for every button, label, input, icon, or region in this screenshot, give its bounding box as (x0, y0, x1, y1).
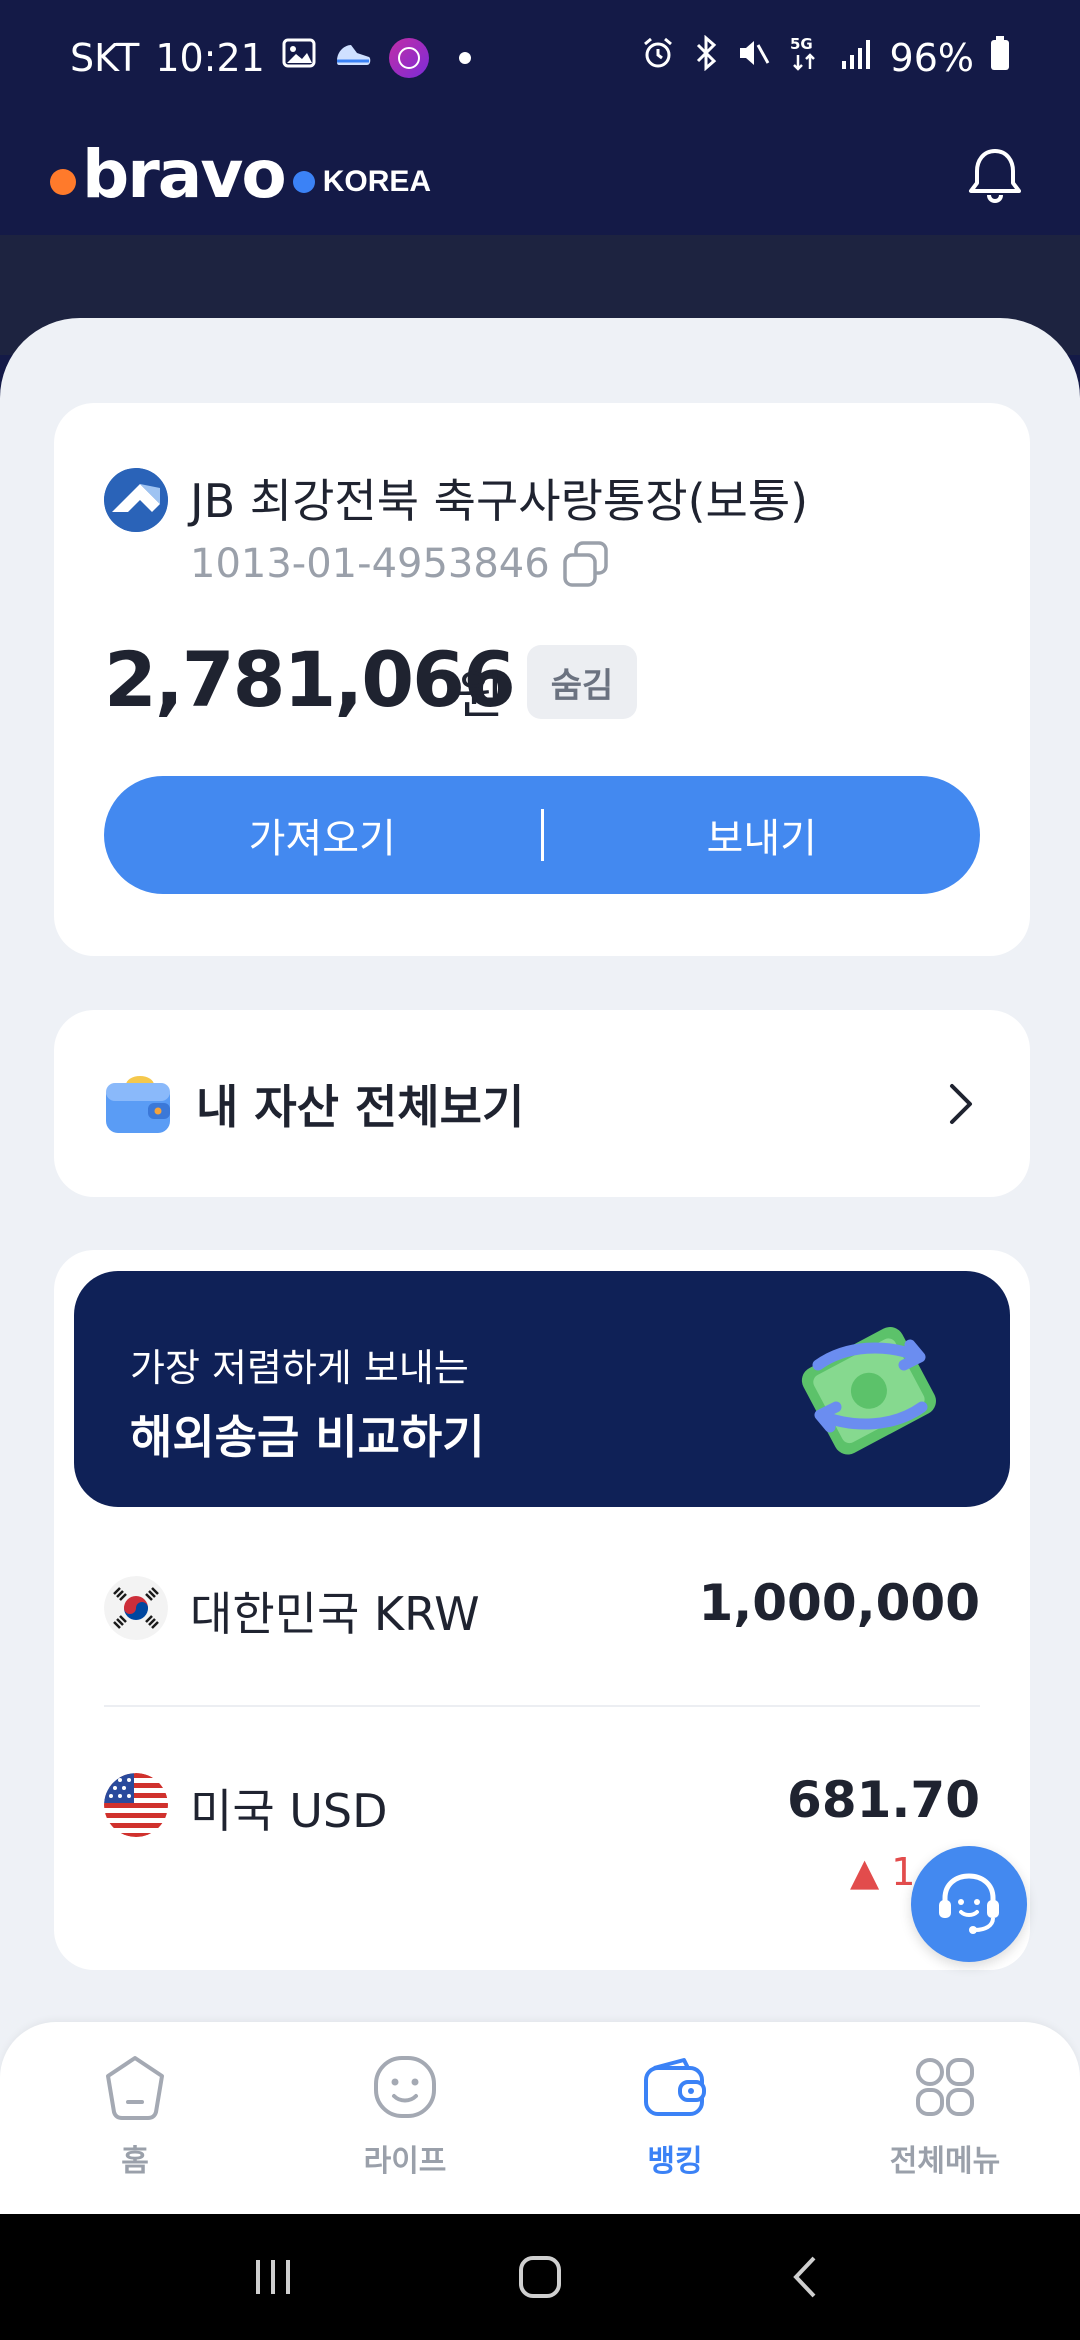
currency-row-usd[interactable]: 미국 USD 681.70 ▲ 1.47 (104, 1753, 980, 1894)
recent-apps-icon[interactable] (233, 2237, 313, 2317)
app-header: bravo KOREA (0, 115, 1080, 235)
nav-label: 뱅킹 (647, 2144, 703, 2179)
5g-signal-icon: 5G (788, 33, 824, 82)
copy-account-number-icon[interactable] (560, 539, 612, 591)
shoe-app-notification-icon (333, 35, 373, 80)
currency-amount: 1,000,000 (698, 1574, 980, 1632)
currency-name: 미국 USD (190, 1784, 388, 1838)
send-button[interactable]: 보내기 (544, 776, 981, 894)
chatbot-support-button[interactable] (911, 1846, 1027, 1962)
mute-icon (736, 35, 772, 80)
currency-amount: 681.70 (787, 1771, 980, 1829)
promo-subtitle: 가장 저렴하게 보내는 (130, 1346, 469, 1390)
nav-home[interactable]: 홈 (0, 2022, 270, 2214)
account-number: 1013-01-4953846 (190, 541, 550, 587)
battery-icon (990, 35, 1010, 80)
promo-title: 해외송금 비교하기 (130, 1410, 485, 1464)
wallet-nav-icon (644, 2058, 706, 2116)
bravo-korea-logo[interactable]: bravo KOREA (50, 142, 431, 208)
withdraw-in-button[interactable]: 가져오기 (104, 776, 541, 894)
alarm-icon (640, 35, 676, 80)
home-button-icon[interactable] (500, 2237, 580, 2317)
bluetooth-icon (692, 34, 720, 80)
nav-label: 홈 (121, 2144, 149, 2179)
remittance-card: 가장 저렴하게 보내는 해외송금 비교하기 대한민국 KRW 1,000,000… (54, 1250, 1030, 1970)
more-notifications-dot (458, 51, 471, 64)
nav-all-menu[interactable]: 전체메뉴 (810, 2022, 1080, 2214)
bottom-navigation: 홈 라이프 뱅킹 전체메뉴 (0, 2022, 1080, 2214)
smile-face-icon (374, 2056, 436, 2118)
system-navigation-bar (0, 2214, 1080, 2340)
nav-label: 전체메뉴 (889, 2144, 1001, 2179)
nav-banking[interactable]: 뱅킹 (540, 2022, 810, 2214)
logo-orange-dot (50, 169, 76, 195)
nav-life[interactable]: 라이프 (270, 2022, 540, 2214)
hide-balance-button[interactable]: 숨김 (527, 645, 637, 719)
view-all-assets-card[interactable]: 내 자산 전체보기 (54, 1010, 1030, 1197)
wallet-icon (104, 1069, 174, 1139)
busan-app-notification-icon (388, 37, 429, 78)
clock: 10:21 (155, 35, 265, 80)
usa-flag-icon (104, 1773, 168, 1837)
currency-name: 대한민국 KRW (190, 1587, 480, 1641)
home-icon (106, 2056, 164, 2120)
logo-blue-dot (292, 171, 315, 193)
logo-subtitle: KOREA (322, 165, 432, 198)
balance-unit: 원 (456, 666, 504, 726)
view-all-assets-label: 내 자산 전체보기 (196, 1079, 525, 1134)
account-balance: 2,781,066 (104, 635, 516, 724)
money-exchange-icon (782, 1303, 954, 1475)
logo-wordmark: bravo (82, 136, 287, 213)
account-card[interactable]: JB 최강전북 축구사랑통장(보통) 1013-01-4953846 2,781… (54, 403, 1030, 956)
jb-bank-logo-icon (104, 468, 168, 532)
grid-menu-icon (916, 2058, 974, 2116)
svg-text:5G: 5G (790, 35, 813, 53)
back-icon[interactable] (767, 2237, 847, 2317)
remittance-compare-banner[interactable]: 가장 저렴하게 보내는 해외송금 비교하기 (74, 1271, 1010, 1507)
chevron-right-icon (940, 1078, 980, 1130)
gallery-notification-icon (281, 35, 317, 80)
korea-flag-icon (104, 1576, 168, 1640)
cell-signal-icon (840, 36, 874, 80)
notification-bell-icon[interactable] (960, 140, 1030, 210)
transfer-action-bar: 가져오기 보내기 (104, 776, 980, 894)
carrier-label: SKT (70, 35, 140, 80)
status-bar: SKT 10:21 5G 96% (0, 0, 1080, 115)
currency-divider (104, 1705, 980, 1707)
account-name: JB 최강전북 축구사랑통장(보통) (190, 474, 809, 528)
currency-row-krw[interactable]: 대한민국 KRW 1,000,000 (104, 1556, 980, 1656)
nav-label: 라이프 (363, 2144, 447, 2179)
battery-percent: 96% (889, 35, 974, 80)
headset-icon (939, 1873, 999, 1934)
